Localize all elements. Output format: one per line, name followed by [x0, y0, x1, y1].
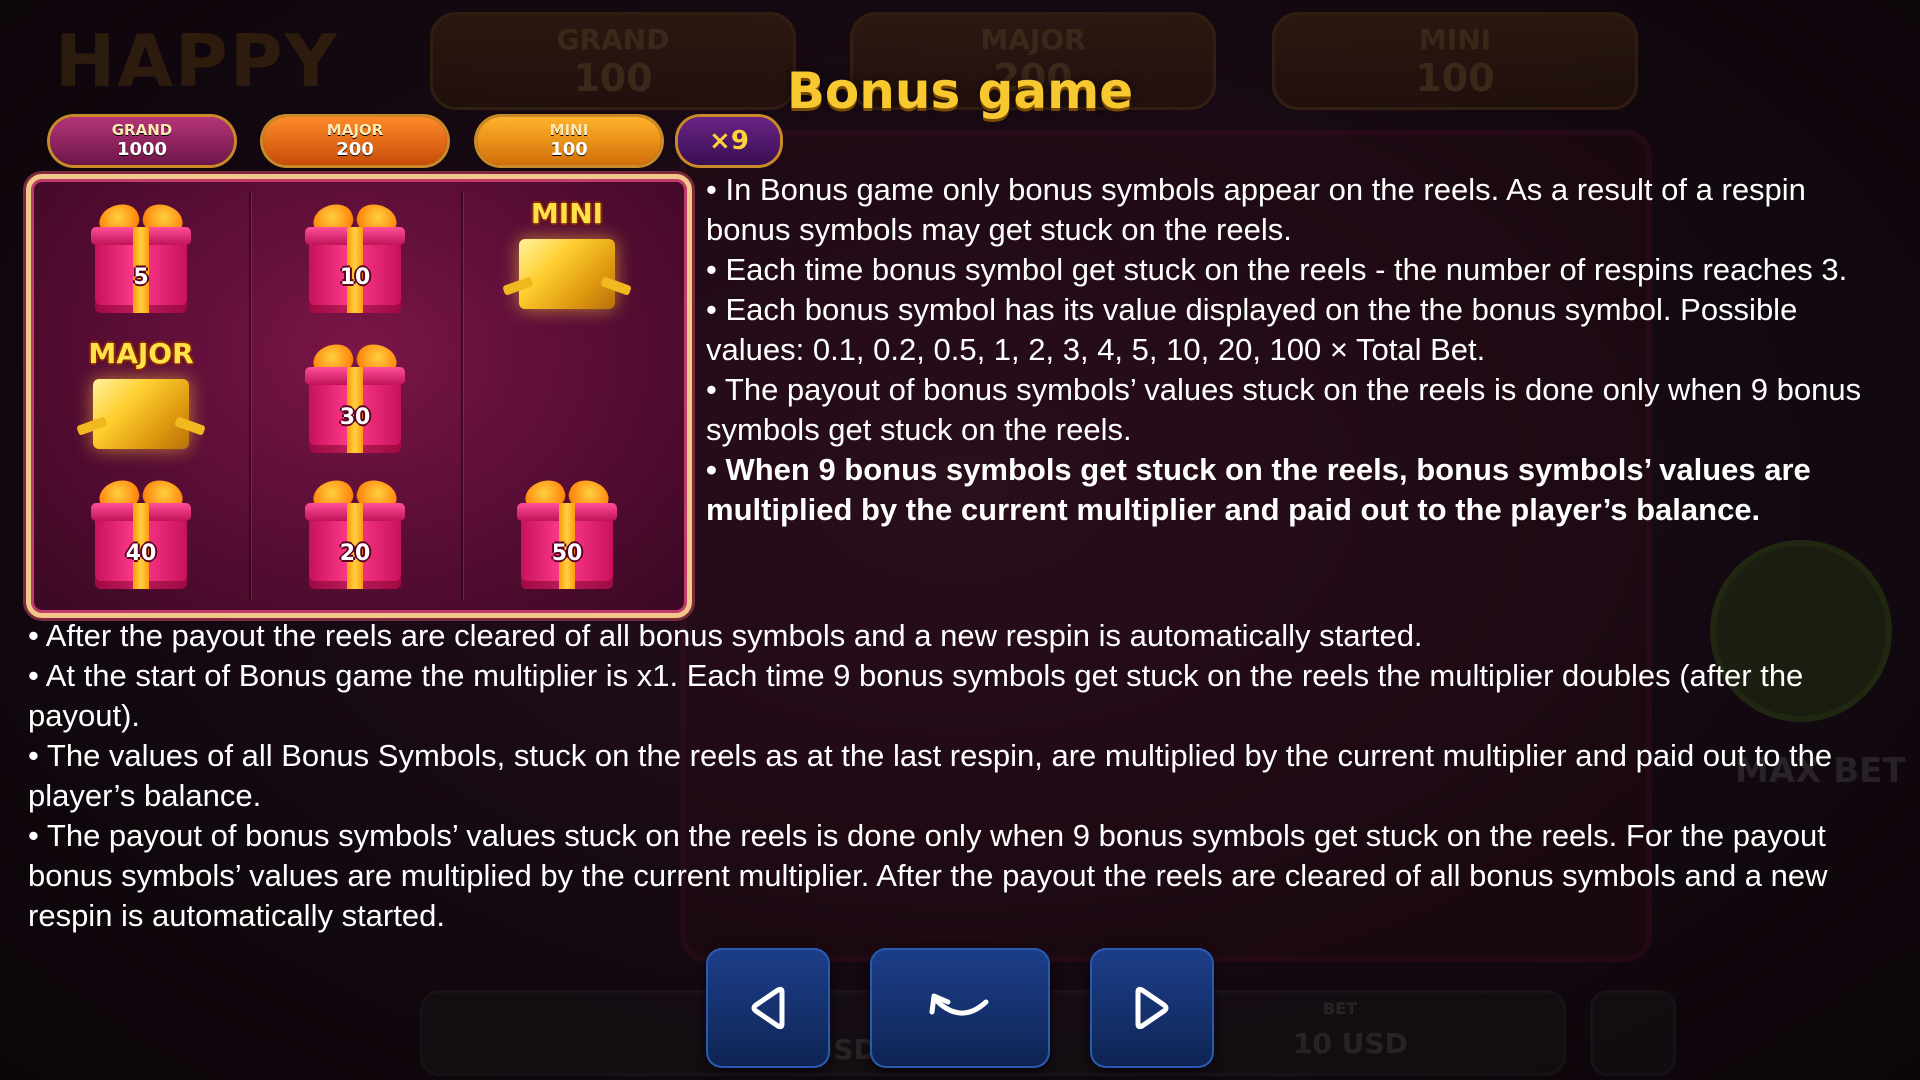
jackpot-name: MAJOR	[326, 121, 384, 139]
bg-jackpot-name: GRAND	[556, 23, 670, 56]
rule-item: • Each time bonus symbol get stuck on th…	[706, 252, 1848, 287]
bg-jackpot-name: MAJOR	[980, 23, 1086, 56]
bg-jackpot-name: MINI	[1418, 23, 1492, 56]
rule-item: • At the start of Bonus game the multipl…	[28, 658, 1804, 733]
gift-box-icon: 40	[91, 475, 191, 589]
bg-coins-button	[1590, 990, 1676, 1076]
reel-cell: MINI	[461, 185, 671, 325]
rule-item: • The payout of bonus symbols’ values st…	[706, 372, 1862, 447]
bg-bet-value: 10 USD	[1293, 1027, 1408, 1060]
jackpot-value: 100	[550, 139, 588, 160]
gift-box-icon: 10	[305, 199, 405, 313]
jackpot-name: GRAND	[111, 121, 173, 139]
symbol-value: 30	[339, 405, 371, 430]
return-arrow-icon	[929, 993, 989, 1016]
jackpot-value: 200	[336, 139, 374, 160]
reel-cell: 40	[35, 461, 245, 601]
jackpot-value: 1000	[116, 139, 168, 160]
triangle-right-icon	[1135, 986, 1169, 1030]
gift-box-icon: 20	[305, 475, 405, 589]
jackpot-name: MINI	[549, 121, 589, 139]
back-button[interactable]	[870, 948, 1050, 1068]
triangle-left-icon	[751, 986, 785, 1030]
rules-text-right: • In Bonus game only bonus symbols appea…	[706, 170, 1896, 530]
jackpot-major: MAJOR 200	[263, 117, 447, 165]
jackpot-symbol-label: MAJOR	[88, 337, 194, 370]
symbol-value: 5	[133, 265, 149, 290]
symbol-value: 20	[339, 541, 371, 566]
reels-panel: 5 10 MINI MAJOR 30 40 20 50	[26, 174, 692, 618]
gift-box-icon: 5	[91, 199, 191, 313]
next-page-button[interactable]	[1090, 948, 1214, 1068]
rule-item: • The values of all Bonus Symbols, stuck…	[28, 738, 1833, 813]
gift-box-icon: 50	[517, 475, 617, 589]
gold-box-icon: MAJOR	[71, 333, 211, 463]
page-title: Bonus game	[786, 62, 1134, 120]
reel-cell: MAJOR	[35, 325, 245, 465]
symbol-value: 50	[551, 541, 583, 566]
reel-cell: 30	[249, 325, 459, 465]
gift-box-icon: 30	[305, 339, 405, 453]
symbol-value: 40	[125, 541, 157, 566]
reel-cell-empty	[461, 325, 671, 465]
rule-item: • After the payout the reels are cleared…	[28, 618, 1423, 653]
jackpot-grand: GRAND 1000	[50, 117, 234, 165]
gold-box-icon: MINI	[497, 193, 637, 323]
rule-item: • In Bonus game only bonus symbols appea…	[706, 172, 1806, 247]
rule-item: • The payout of bonus symbols’ values st…	[28, 818, 1828, 933]
jackpot-symbol-label: MINI	[530, 197, 604, 230]
prev-page-button[interactable]	[706, 948, 830, 1068]
reel-cell: 20	[249, 461, 459, 601]
reel-cell: 50	[461, 461, 671, 601]
jackpot-mini: MINI 100	[477, 117, 661, 165]
multiplier-badge: ×9	[678, 117, 780, 165]
symbol-value: 10	[339, 265, 371, 290]
reel-cell: 5	[35, 185, 245, 325]
reel-cell: 10	[249, 185, 459, 325]
rule-item: • Each bonus symbol has its value displa…	[706, 292, 1798, 367]
rule-item-bold: • When 9 bonus symbols get stuck on the …	[706, 452, 1811, 527]
bg-bet-label: BET	[1323, 999, 1358, 1018]
rules-text-bottom: • After the payout the reels are cleared…	[28, 616, 1898, 936]
